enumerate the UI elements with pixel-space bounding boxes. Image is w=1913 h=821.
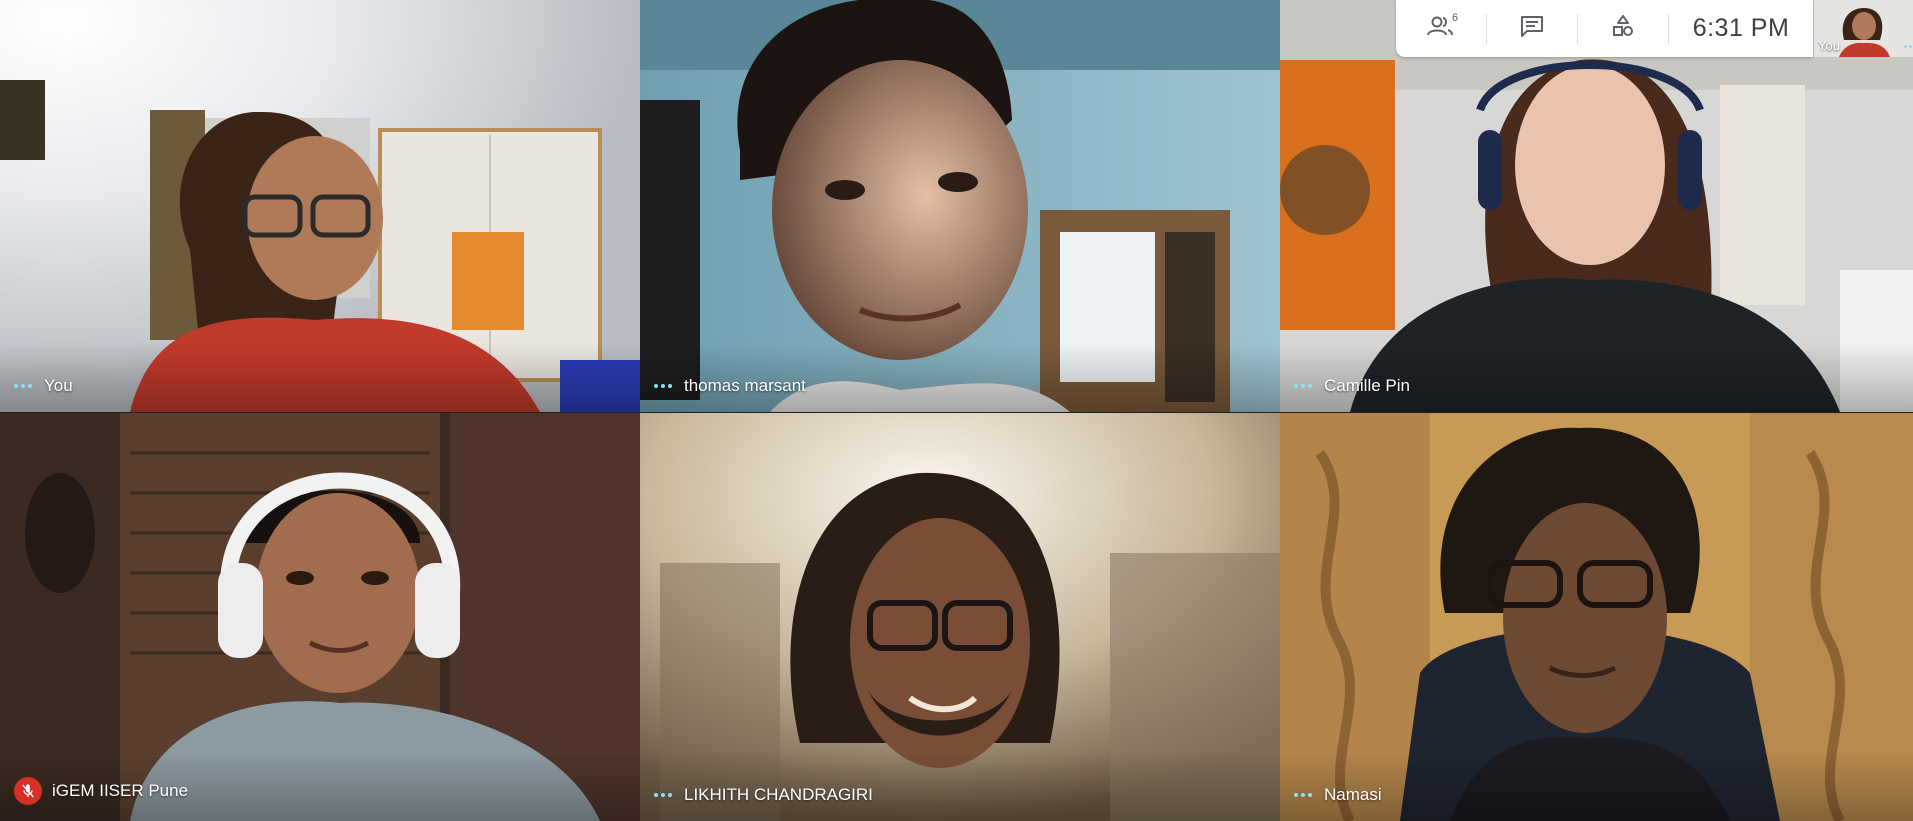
participant-name: Namasi	[1324, 785, 1382, 804]
label-shade	[0, 342, 640, 412]
self-view-thumbnail[interactable]: You	[1814, 0, 1913, 57]
participant-tile-you[interactable]: You	[0, 0, 640, 412]
participant-label: thomas marsant	[654, 376, 806, 396]
show-everyone-button[interactable]: 6	[1396, 0, 1486, 57]
speaking-indicator-icon	[1294, 384, 1312, 388]
chat-button[interactable]	[1487, 0, 1577, 57]
participant-name: LIKHITH CHANDRAGIRI	[684, 785, 873, 804]
speaking-indicator-icon	[14, 384, 32, 388]
self-view-label: You	[1818, 38, 1840, 53]
participant-name: You	[44, 376, 73, 395]
participant-label: iGEM IISER Pune	[14, 777, 188, 805]
participant-label: Camille Pin	[1294, 376, 1410, 396]
speaking-indicator-icon	[654, 793, 672, 797]
speaking-indicator-icon	[1294, 793, 1312, 797]
participant-tile-likhith-chandragiri[interactable]: LIKHITH CHANDRAGIRI	[640, 413, 1280, 821]
participant-count-badge: 6	[1452, 12, 1459, 24]
activities-button[interactable]	[1578, 0, 1668, 57]
video-grid: You thomas marsant Camille Pin iGEM IISE…	[0, 0, 1913, 821]
participant-tile-igem-iiser-pune[interactable]: iGEM IISER Pune	[0, 413, 640, 821]
speaking-indicator-icon	[654, 384, 672, 388]
participant-label: Namasi	[1294, 785, 1382, 805]
participant-tile-namasi[interactable]: Namasi	[1280, 413, 1913, 821]
mic-off-icon	[14, 777, 42, 805]
participant-label: You	[14, 376, 73, 396]
activities-icon	[1610, 13, 1636, 44]
meeting-top-bar: 6 6:31 PM	[1396, 0, 1813, 57]
speaking-indicator-icon	[1904, 45, 1913, 48]
participant-name: Camille Pin	[1324, 376, 1410, 395]
chat-icon	[1519, 14, 1545, 43]
participant-tile-thomas-marsant[interactable]: thomas marsant	[640, 0, 1280, 412]
participant-label: LIKHITH CHANDRAGIRI	[654, 785, 873, 805]
participant-name: thomas marsant	[684, 376, 806, 395]
participant-name: iGEM IISER Pune	[52, 781, 189, 800]
participant-tile-camille-pin[interactable]: Camille Pin	[1280, 0, 1913, 412]
meeting-clock: 6:31 PM	[1692, 14, 1790, 42]
